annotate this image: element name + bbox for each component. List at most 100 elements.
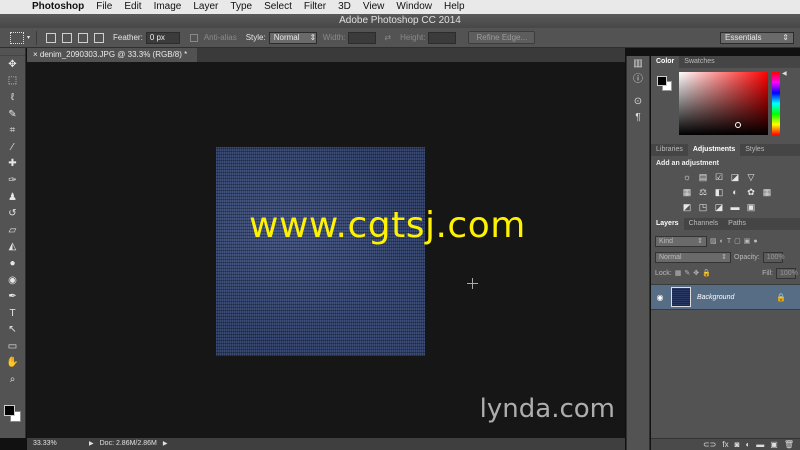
- filter-smart-object-icon[interactable]: ▣: [744, 237, 751, 245]
- actions-panel-icon[interactable]: ⊙: [627, 94, 649, 110]
- denim-image[interactable]: [216, 147, 425, 356]
- levels-icon[interactable]: ▤: [697, 172, 709, 183]
- refine-edge-button[interactable]: Refine Edge...: [468, 31, 536, 44]
- swap-dimensions-icon[interactable]: ⇄: [384, 33, 391, 42]
- antialias-checkbox[interactable]: [189, 33, 198, 42]
- foreground-color-swatch[interactable]: [4, 405, 15, 416]
- channel-mixer-icon[interactable]: ✿: [745, 187, 757, 198]
- brightness-icon[interactable]: ☼: [681, 172, 693, 183]
- properties-panel-icon[interactable]: ⓘ: [627, 72, 649, 88]
- feather-input[interactable]: 0 px: [145, 31, 180, 44]
- black-white-icon[interactable]: ◧: [713, 187, 725, 198]
- quick-selection-icon[interactable]: ✎: [0, 106, 25, 123]
- photo-filter-icon[interactable]: ◐: [729, 187, 741, 198]
- tab-swatches[interactable]: Swatches: [679, 56, 719, 68]
- threshold-icon[interactable]: ◪: [713, 202, 725, 213]
- color-swatches[interactable]: [3, 404, 23, 424]
- brush-icon[interactable]: ✑: [0, 172, 25, 189]
- menu-help[interactable]: Help: [438, 0, 471, 14]
- menu-edit[interactable]: Edit: [118, 0, 147, 14]
- close-icon[interactable]: ×: [33, 50, 38, 59]
- tab-libraries[interactable]: Libraries: [651, 144, 688, 156]
- new-group-icon[interactable]: ▬: [756, 439, 764, 450]
- vibrance-icon[interactable]: ▽: [745, 172, 757, 183]
- intersect-selection-icon[interactable]: [94, 32, 105, 43]
- marquee-tool-preset-icon[interactable]: [10, 31, 24, 44]
- rectangle-shape-icon[interactable]: ▭: [0, 338, 25, 355]
- add-mask-icon[interactable]: ◙: [735, 439, 740, 450]
- gradient-map-icon[interactable]: ▬: [729, 202, 741, 213]
- tab-layers[interactable]: Layers: [651, 218, 684, 230]
- subtract-selection-icon[interactable]: [78, 32, 89, 43]
- width-input[interactable]: [348, 31, 377, 44]
- menu-photoshop[interactable]: Photoshop: [26, 0, 90, 14]
- menu-type[interactable]: Type: [224, 0, 258, 14]
- style-select[interactable]: Normal ⇕: [268, 31, 317, 44]
- zoom-icon[interactable]: ⌕: [0, 371, 25, 388]
- lock-transparent-icon[interactable]: ▦: [675, 269, 682, 277]
- tab-adjustments[interactable]: Adjustments: [687, 144, 741, 156]
- hand-icon[interactable]: ✋: [0, 355, 25, 372]
- tab-channels[interactable]: Channels: [684, 218, 724, 230]
- lock-paint-icon[interactable]: ✎: [684, 269, 690, 277]
- layer-row[interactable]: ◉ Background 🔒: [651, 284, 800, 310]
- menu-window[interactable]: Window: [390, 0, 438, 14]
- add-to-selection-icon[interactable]: [62, 32, 73, 43]
- lock-position-icon[interactable]: ✥: [693, 269, 699, 277]
- posterize-icon[interactable]: ◳: [697, 202, 709, 213]
- tab-paths[interactable]: Paths: [723, 218, 751, 230]
- color-picker-ring-icon[interactable]: [735, 122, 741, 128]
- rectangular-marquee-icon[interactable]: ⬚: [0, 73, 25, 90]
- menu-select[interactable]: Select: [258, 0, 298, 14]
- layer-name[interactable]: Background: [697, 294, 734, 301]
- fill-input[interactable]: 100%: [776, 267, 798, 279]
- lock-icon[interactable]: 🔒: [776, 293, 786, 302]
- document-tab[interactable]: × denim_2090303.JPG @ 33.3% (RGB/8) *: [27, 48, 197, 62]
- blend-mode-select[interactable]: Normal ⇕: [655, 251, 731, 263]
- canvas-area[interactable]: www.cgtsj.com lynda.com: [27, 62, 625, 438]
- new-selection-icon[interactable]: [46, 32, 57, 43]
- trash-icon[interactable]: 🗑: [784, 439, 794, 450]
- menu-view[interactable]: View: [357, 0, 391, 14]
- arrow-right-icon[interactable]: ▶: [163, 438, 168, 450]
- filter-type-icon[interactable]: T: [727, 238, 731, 245]
- clone-stamp-icon[interactable]: ♟: [0, 189, 25, 206]
- path-selection-icon[interactable]: ↖: [0, 322, 25, 339]
- hue-saturation-icon[interactable]: ▦: [681, 187, 693, 198]
- eraser-icon[interactable]: ▱: [0, 222, 25, 239]
- menu-file[interactable]: File: [90, 0, 118, 14]
- move-tool-icon[interactable]: ✥: [0, 56, 25, 73]
- filter-adjustment-icon[interactable]: ◐: [720, 238, 724, 245]
- dodge-icon[interactable]: ◉: [0, 272, 25, 289]
- tab-styles[interactable]: Styles: [740, 144, 769, 156]
- hue-slider-arrow-icon[interactable]: ◀: [782, 70, 787, 77]
- filter-shape-icon[interactable]: ▢: [734, 237, 741, 245]
- new-adjustment-layer-icon[interactable]: ◐: [745, 439, 750, 450]
- history-brush-icon[interactable]: ↺: [0, 205, 25, 222]
- layer-style-icon[interactable]: fx: [722, 439, 728, 450]
- crop-icon[interactable]: ⌗: [0, 122, 25, 139]
- lasso-icon[interactable]: ℓ: [0, 89, 25, 106]
- color-lookup-icon[interactable]: ▦: [761, 187, 773, 198]
- lock-all-icon[interactable]: 🔒: [702, 269, 711, 277]
- filter-pixel-icon[interactable]: ▨: [710, 237, 717, 245]
- color-balance-icon[interactable]: ⚖: [697, 187, 709, 198]
- menu-image[interactable]: Image: [148, 0, 188, 14]
- chevron-down-icon[interactable]: ▾: [27, 34, 30, 41]
- menu-3d[interactable]: 3D: [332, 0, 357, 14]
- eye-icon[interactable]: ◉: [651, 293, 669, 302]
- menu-layer[interactable]: Layer: [187, 0, 224, 14]
- character-panel-icon[interactable]: ¶: [627, 110, 649, 126]
- exposure-icon[interactable]: ◪: [729, 172, 741, 183]
- invert-icon[interactable]: ◩: [681, 202, 693, 213]
- layer-filter-select[interactable]: Kind ⇕: [655, 235, 707, 247]
- blur-icon[interactable]: ●: [0, 255, 25, 272]
- curves-icon[interactable]: ☑: [713, 172, 725, 183]
- color-field[interactable]: [679, 72, 768, 135]
- history-panel-icon[interactable]: ▥: [627, 56, 649, 72]
- hue-slider[interactable]: [772, 72, 780, 135]
- pen-icon[interactable]: ✒: [0, 288, 25, 305]
- zoom-level[interactable]: 33.33%: [27, 438, 89, 450]
- foreground-color-swatch[interactable]: [657, 76, 667, 86]
- selective-color-icon[interactable]: ▣: [745, 202, 757, 213]
